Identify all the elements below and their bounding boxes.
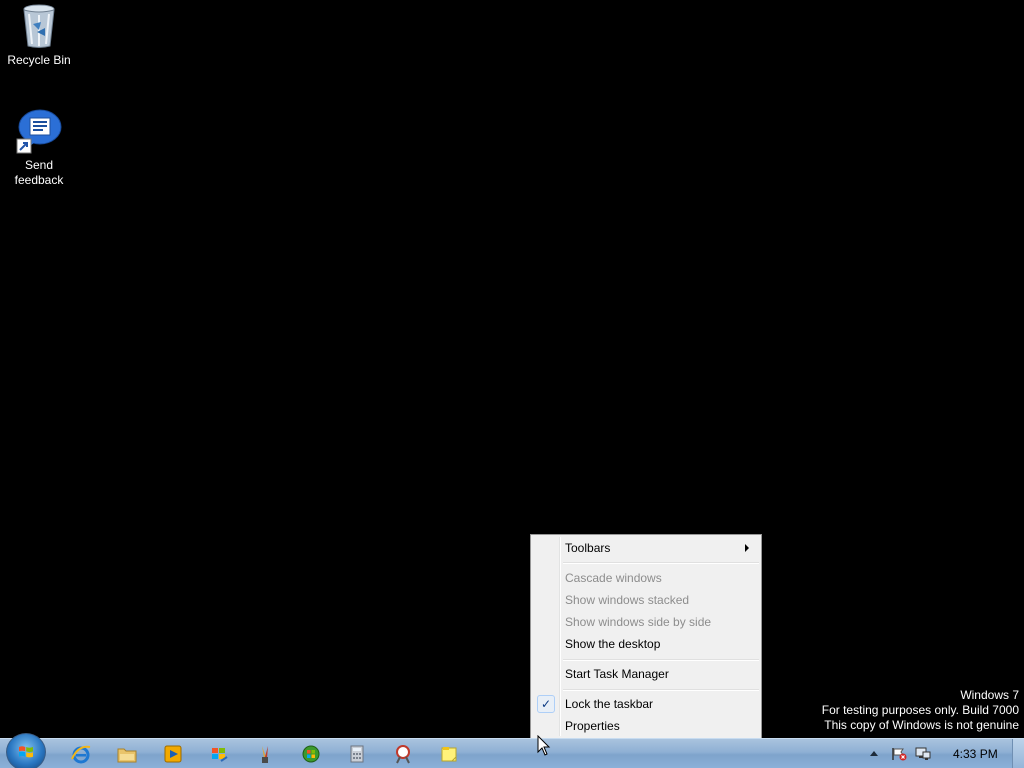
menu-item-show-the-desktop[interactable]: Show the desktop (533, 633, 759, 655)
paint-icon[interactable] (254, 743, 276, 765)
network-icon[interactable] (915, 747, 931, 761)
show-hidden-icons-arrow-icon[interactable] (869, 747, 885, 761)
menu-item-properties[interactable]: Properties (533, 715, 759, 737)
menu-item-start-task-manager[interactable]: Start Task Manager (533, 663, 759, 685)
menu-separator (563, 562, 759, 564)
desktop[interactable]: Recycle Bin Send feedback Toolbars Casca… (0, 0, 1024, 768)
menu-item-lock-the-taskbar[interactable]: ✓ Lock the taskbar (533, 693, 759, 715)
menu-item-toolbars[interactable]: Toolbars (533, 537, 759, 559)
submenu-arrow-icon (745, 544, 749, 552)
build-watermark: Windows 7 For testing purposes only. Bui… (822, 688, 1019, 733)
show-desktop-button[interactable] (1012, 739, 1024, 768)
menu-item-show-windows-stacked: Show windows stacked (565, 593, 690, 607)
snipping-tool-icon[interactable] (392, 743, 414, 765)
recycle-bin-label: Recycle Bin (7, 53, 71, 67)
windows-logo-icon (19, 746, 33, 758)
watermark-build: For testing purposes only. Build 7000 (821, 703, 1019, 717)
menu-item-show-windows-side-by-side: Show windows side by side (565, 615, 712, 629)
sticky-notes-icon[interactable] (438, 743, 460, 765)
send-feedback-icon (15, 107, 63, 155)
media-center-icon[interactable] (300, 743, 322, 765)
watermark-genuine-notice: This copy of Windows is not genuine (824, 718, 1019, 732)
internet-explorer-icon[interactable] (70, 743, 92, 765)
menu-separator (563, 659, 759, 661)
send-feedback-label: Send feedback (14, 158, 64, 187)
recycle-bin-icon (15, 2, 63, 50)
recycle-bin-shortcut[interactable]: Recycle Bin (1, 2, 77, 68)
calculator-icon[interactable] (346, 743, 368, 765)
checkmark-icon: ✓ (537, 695, 555, 713)
mouse-cursor-icon (537, 735, 551, 756)
taskbar-context-menu: Toolbars Cascade windows Show windows st… (530, 534, 762, 739)
send-feedback-shortcut[interactable]: Send feedback (1, 107, 77, 188)
clock[interactable]: 4:33 PM (953, 747, 998, 761)
menu-item-cascade-windows: Cascade windows (565, 571, 662, 585)
windows-explorer-icon[interactable] (116, 743, 138, 765)
media-player-icon[interactable] (162, 743, 184, 765)
taskbar[interactable]: 4:33 PM (0, 733, 1024, 768)
action-center-flag-icon[interactable] (891, 747, 907, 761)
start-button[interactable] (6, 733, 46, 768)
menu-separator (563, 689, 759, 691)
windows-update-icon[interactable] (208, 743, 230, 765)
watermark-os-name: Windows 7 (960, 688, 1019, 702)
